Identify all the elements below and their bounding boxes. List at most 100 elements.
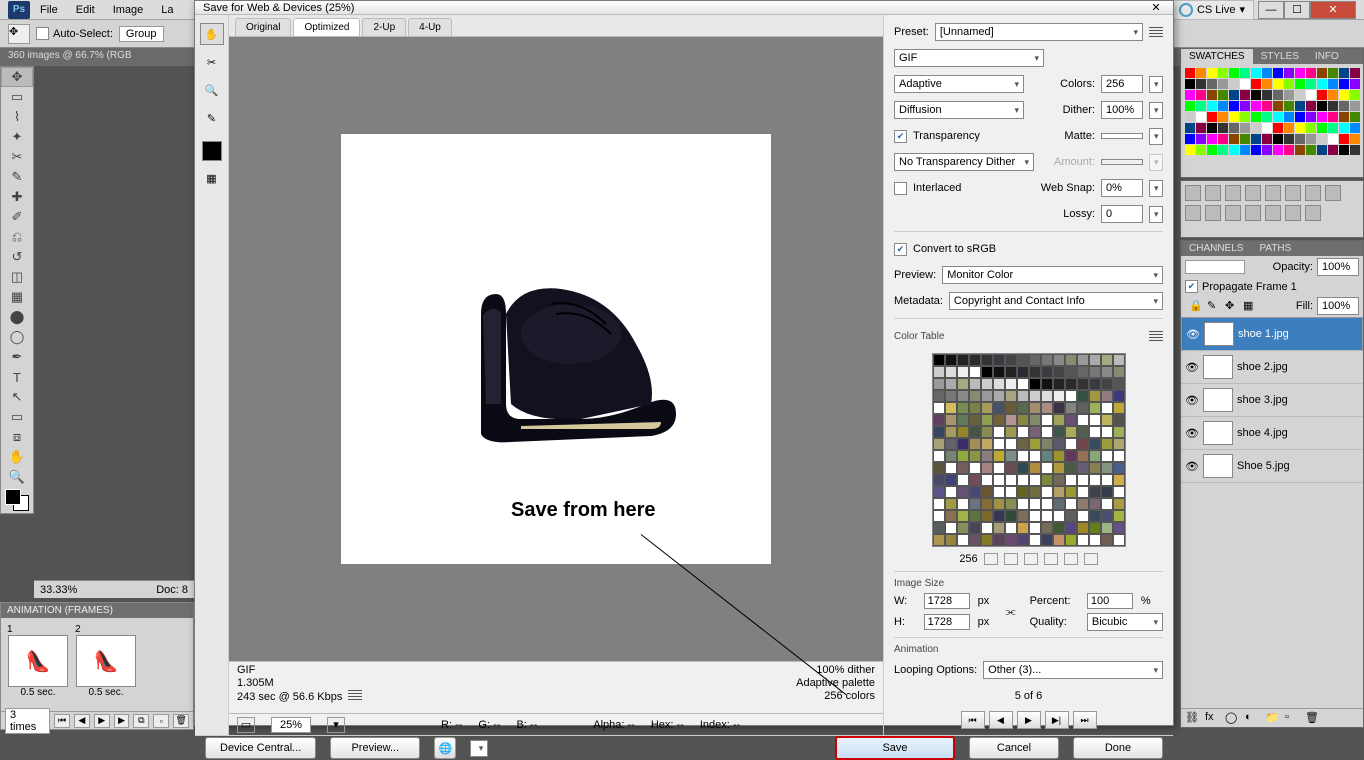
visibility-icon[interactable]: 👁 xyxy=(1185,427,1199,440)
next-button[interactable]: ▶| xyxy=(1045,711,1069,729)
srgb-checkbox[interactable]: ✔ xyxy=(894,243,907,256)
move-tool-icon[interactable]: ✥ xyxy=(8,24,30,44)
cancel-button[interactable]: Cancel xyxy=(969,737,1059,759)
ct-icon[interactable] xyxy=(1044,553,1058,565)
tab-info[interactable]: INFO xyxy=(1307,49,1347,64)
animation-frame[interactable]: 1 👠 0.5 sec. xyxy=(7,624,69,705)
swatches-grid[interactable] xyxy=(1181,64,1363,160)
group-icon[interactable]: 📁 xyxy=(1265,711,1281,725)
tab-channels[interactable]: CHANNELS xyxy=(1181,241,1251,256)
propagate-checkbox[interactable]: ✔ xyxy=(1185,280,1198,293)
websnap-value[interactable]: 0% xyxy=(1101,179,1143,197)
dither-method-select[interactable]: Diffusion xyxy=(894,101,1024,119)
visibility-icon[interactable]: 👁 xyxy=(1185,394,1199,407)
crop-tool[interactable]: ✂ xyxy=(1,147,33,167)
w-input[interactable] xyxy=(924,593,970,609)
save-button[interactable]: Save xyxy=(835,736,955,760)
websnap-stepper[interactable] xyxy=(1149,180,1163,197)
info-menu-icon[interactable] xyxy=(348,690,362,700)
layer-row[interactable]: 👁shoe 4.jpg xyxy=(1181,417,1363,450)
tab-2up[interactable]: 2-Up xyxy=(362,18,406,36)
prev-button[interactable]: ◀ xyxy=(989,711,1013,729)
mask-icon[interactable]: ◯ xyxy=(1225,711,1241,725)
layer-row[interactable]: 👁Shoe 5.jpg xyxy=(1181,450,1363,483)
wand-tool[interactable]: ✦ xyxy=(1,127,33,147)
doc-zoom[interactable]: 33.33% xyxy=(40,584,77,596)
ct-icon[interactable] xyxy=(984,553,998,565)
ct-icon[interactable] xyxy=(1084,553,1098,565)
quality-select[interactable]: Bicubic xyxy=(1087,613,1163,631)
color-swap[interactable] xyxy=(1,487,33,513)
prev-frame-button[interactable]: ◀ xyxy=(74,714,90,728)
adjustments-icons[interactable] xyxy=(1181,181,1363,221)
maximize-button[interactable]: ☐ xyxy=(1284,1,1310,19)
play-button[interactable]: ▶ xyxy=(1017,711,1041,729)
minimize-button[interactable]: — xyxy=(1258,1,1284,19)
colors-stepper[interactable] xyxy=(1149,76,1163,93)
last-button[interactable]: ⏭ xyxy=(1073,711,1097,729)
browser-preview-icon[interactable]: 🌐 xyxy=(434,737,456,759)
auto-select-target[interactable]: Group xyxy=(119,26,164,42)
dither-value[interactable]: 100% xyxy=(1101,101,1143,119)
dialog-close-icon[interactable]: ✕ xyxy=(1147,1,1165,14)
tab-swatches[interactable]: SWATCHES xyxy=(1181,49,1253,64)
zoom-out-icon[interactable]: ▭ xyxy=(237,717,255,733)
metadata-select[interactable]: Copyright and Contact Info xyxy=(949,292,1163,310)
h-input[interactable] xyxy=(924,614,970,630)
ct-icon[interactable] xyxy=(1024,553,1038,565)
eyedropper-tool[interactable]: ✎ xyxy=(1,167,33,187)
menu-file[interactable]: File xyxy=(32,2,66,18)
tab-optimized[interactable]: Optimized xyxy=(293,18,360,36)
blur-tool[interactable]: ⬤ xyxy=(1,307,33,327)
tab-4up[interactable]: 4-Up xyxy=(408,18,452,36)
next-frame-button[interactable]: ▶ xyxy=(114,714,130,728)
preset-select[interactable]: [Unnamed] xyxy=(935,23,1143,41)
slice-visibility-icon[interactable]: ▦ xyxy=(200,167,224,189)
eyedropper-tool-icon[interactable]: ✎ xyxy=(200,107,224,129)
menu-edit[interactable]: Edit xyxy=(68,2,103,18)
zoom-level[interactable]: 25% xyxy=(271,717,311,733)
dither-stepper[interactable] xyxy=(1149,102,1163,119)
preview-canvas[interactable]: Save from here xyxy=(229,37,883,661)
delete-layer-icon[interactable]: 🗑 xyxy=(1305,711,1321,725)
auto-select-option[interactable]: Auto-Select: xyxy=(36,27,113,40)
color-table[interactable] xyxy=(932,353,1126,547)
tween-button[interactable]: ⧉ xyxy=(133,714,149,728)
eyedropper-color[interactable] xyxy=(202,141,222,161)
visibility-icon[interactable]: 👁 xyxy=(1186,328,1200,341)
move-tool[interactable]: ✥ xyxy=(1,67,33,87)
percent-input[interactable] xyxy=(1087,593,1133,609)
lossy-value[interactable]: 0 xyxy=(1101,205,1143,223)
lasso-tool[interactable]: ⌇ xyxy=(1,107,33,127)
delete-frame-button[interactable]: 🗑 xyxy=(173,714,189,728)
transparency-checkbox[interactable]: ✔ xyxy=(894,130,907,143)
close-button[interactable]: ✕ xyxy=(1310,1,1356,19)
eraser-tool[interactable]: ◫ xyxy=(1,267,33,287)
zoom-tool-icon[interactable]: 🔍 xyxy=(200,79,224,101)
trans-dither-select[interactable]: No Transparency Dither xyxy=(894,153,1034,171)
dialog-titlebar[interactable]: Save for Web & Devices (25%) ✕ xyxy=(195,1,1173,15)
ct-icon[interactable] xyxy=(1064,553,1078,565)
tab-paths[interactable]: PATHS xyxy=(1251,241,1299,256)
matte-color[interactable] xyxy=(1101,133,1143,139)
menu-image[interactable]: Image xyxy=(105,2,152,18)
link-layers-icon[interactable]: ⛓ xyxy=(1185,711,1201,725)
lossy-stepper[interactable] xyxy=(1149,206,1163,223)
gradient-tool[interactable]: ▦ xyxy=(1,287,33,307)
layer-row[interactable]: 👁shoe 2.jpg xyxy=(1181,351,1363,384)
color-table-menu-icon[interactable] xyxy=(1149,331,1163,341)
colors-value[interactable]: 256 xyxy=(1101,75,1143,93)
path-tool[interactable]: ↖ xyxy=(1,387,33,407)
zoom-menu-icon[interactable]: ▾ xyxy=(327,717,345,733)
type-tool[interactable]: T xyxy=(1,367,33,387)
preview-select[interactable]: Monitor Color xyxy=(942,266,1163,284)
first-frame-button[interactable]: ⏮ xyxy=(54,714,70,728)
brush-tool[interactable]: ✐ xyxy=(1,207,33,227)
dodge-tool[interactable]: ◯ xyxy=(1,327,33,347)
history-brush-tool[interactable]: ↺ xyxy=(1,247,33,267)
matte-stepper[interactable] xyxy=(1149,128,1163,145)
tab-original[interactable]: Original xyxy=(235,18,291,36)
frame-delay[interactable]: 0.5 sec. xyxy=(88,687,123,698)
new-layer-icon[interactable]: ▫ xyxy=(1285,711,1301,725)
fx-icon[interactable]: fx xyxy=(1205,711,1221,725)
